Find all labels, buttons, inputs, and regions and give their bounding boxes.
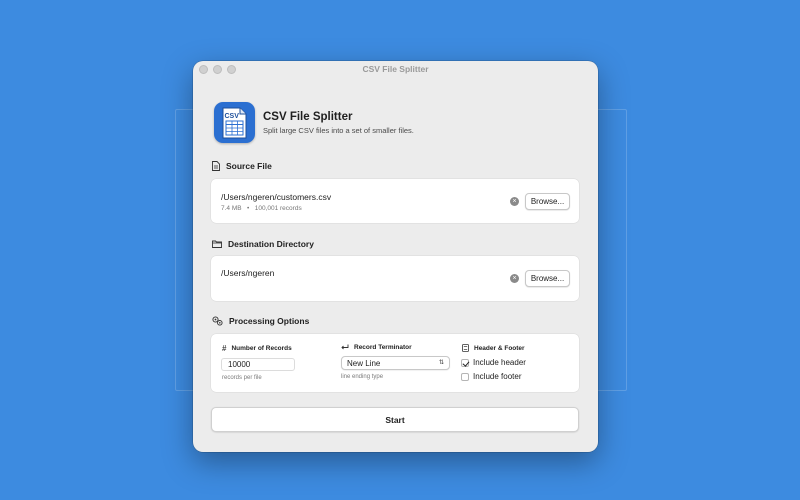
browse-destination-button[interactable]: Browse... [525,270,570,287]
include-footer-checkbox[interactable] [461,372,469,381]
folder-icon [212,240,222,248]
app-icon-label: CSV [225,113,240,120]
destination-path: /Users/ngeren [221,268,275,278]
browse-source-button[interactable]: Browse... [525,193,570,210]
records-per-file-hint: records per file [222,375,262,381]
close-window-button[interactable] [199,65,208,74]
record-terminator-text: Record Terminator [354,344,412,351]
app-subtitle: Split large CSV files into a set of smal… [263,125,414,135]
destination-heading-label: Destination Directory [228,239,314,249]
source-file-heading: Source File [212,161,272,171]
include-header-label: Include header [473,358,526,367]
source-file-path: /Users/ngeren/customers.csv [221,192,332,202]
document-lines-icon [462,344,469,352]
document-icon [212,161,220,171]
clear-source-button[interactable]: × [510,197,519,206]
processing-options-heading-label: Processing Options [229,316,310,326]
xmark-circle-icon: × [512,275,517,282]
include-footer-label: Include footer [473,372,522,381]
meta-separator: • [247,205,250,212]
gears-icon [212,316,223,326]
source-file-size: 7.4 MB [221,205,242,212]
hash-icon: # [222,344,227,353]
minimize-window-button[interactable] [213,65,222,74]
title-bar: CSV File Splitter [193,61,598,78]
window-controls [199,65,236,74]
record-terminator-label: Record Terminator [341,344,412,351]
include-header-row[interactable]: Include header [461,358,526,367]
record-terminator-value: New Line [347,359,381,368]
source-file-heading-label: Source File [226,161,272,171]
destination-heading: Destination Directory [212,239,314,249]
start-button[interactable]: Start [211,407,579,432]
return-arrow-icon [341,344,349,350]
source-file-meta: 7.4 MB • 100,001 records [221,205,302,212]
processing-options-card: # Number of Records 10000 records per fi… [211,334,579,392]
window-title: CSV File Splitter [362,64,429,74]
number-of-records-text: Number of Records [231,345,292,352]
app-window: CSV File Splitter CSV CSV File Splitter … [193,61,598,452]
clear-destination-button[interactable]: × [510,274,519,283]
app-header: CSV CSV File Splitter Split large CSV fi… [214,102,414,143]
app-title: CSV File Splitter [263,110,353,123]
number-of-records-label: # Number of Records [222,344,292,353]
header-footer-text: Header & Footer [474,344,525,352]
destination-card: /Users/ngeren × Browse... [211,256,579,301]
record-terminator-select[interactable]: New Line ⇅ [341,356,450,370]
zoom-window-button[interactable] [227,65,236,74]
app-logo-icon: CSV [214,102,255,143]
processing-options-heading: Processing Options [212,316,309,326]
include-footer-row[interactable]: Include footer [461,372,521,381]
source-file-card: /Users/ngeren/customers.csv 7.4 MB • 100… [211,179,579,223]
header-footer-label: Header & Footer [462,344,525,352]
include-header-checkbox[interactable] [461,358,469,367]
xmark-circle-icon: × [512,198,517,205]
number-of-records-input[interactable]: 10000 [221,358,295,371]
line-ending-hint: line ending type [341,374,384,380]
source-record-count: 100,001 records [254,205,302,212]
chevron-up-down-icon: ⇅ [438,360,444,366]
